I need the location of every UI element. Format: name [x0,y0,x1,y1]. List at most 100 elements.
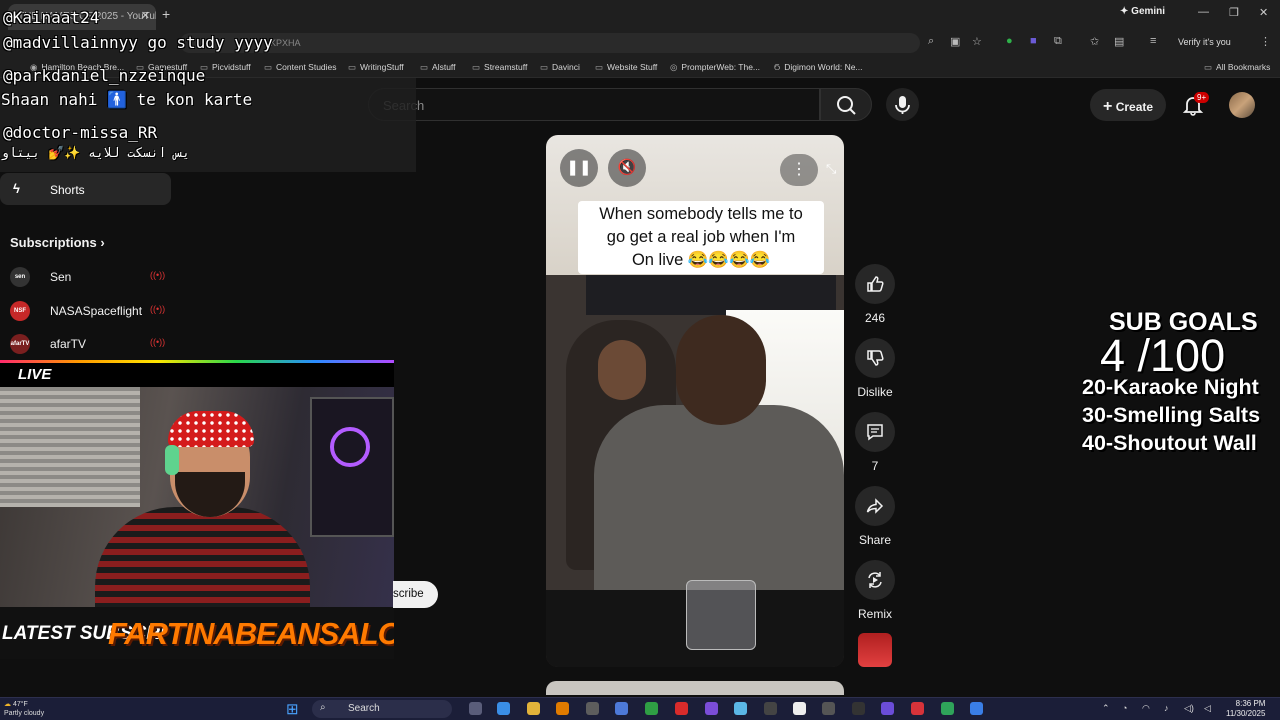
like-button[interactable]: 246 [853,264,897,325]
weather-widget[interactable]: ☁ 47°F Partly cloudy [4,700,44,718]
chat-message: یس انسکت للایه ✨💅 بیتاو [1,146,190,161]
address-bar[interactable]: KPXHA [180,33,920,53]
network-icon[interactable]: ◔ [1122,703,1127,713]
mute-button[interactable]: 🔇 [608,149,646,187]
sub-goal-item: 20-Karaoke Night [1082,375,1259,399]
chevron-up-icon[interactable]: ⌃ [1102,703,1110,714]
dislike-button[interactable]: Dislike [853,338,897,399]
file-explorer-icon[interactable] [527,702,540,715]
video-caption: When somebody tells me to go get a real … [578,201,824,274]
zoom-icon[interactable]: ⌕ [928,35,934,48]
channel-name: NASASpaceflight [50,304,143,318]
app-icon[interactable] [881,702,894,715]
bookmark-item[interactable]: ▭ Website Stuff [595,62,657,73]
chrome-icon[interactable] [941,702,954,715]
new-tab-icon[interactable]: + [162,6,170,22]
sub-goal-item: 40-Shoutout Wall [1082,431,1257,455]
short-video-player[interactable]: When somebody tells me to go get a real … [546,135,844,667]
clock-time: 8:36 PM [1235,699,1266,708]
channel-avatar: NSF [10,301,30,321]
bookmark-icon[interactable]: ✩ [1090,35,1099,48]
volume-icon[interactable]: ◁) [1184,703,1194,714]
comments-button[interactable]: 7 [853,412,897,473]
subscription-item[interactable]: sen Sen ((•)) [10,267,170,287]
kebab-icon[interactable]: ⋮ [1260,35,1271,48]
app-icon[interactable] [764,702,777,715]
app-icon[interactable] [556,702,569,715]
subscription-item[interactable]: afarTV afarTV ((•)) [10,334,170,354]
app-icon[interactable] [675,702,688,715]
bookmark-item[interactable]: ▭ Content Studies [264,62,337,73]
next-short-preview[interactable] [546,681,844,695]
share-button[interactable]: Share [853,486,897,547]
bookmark-item[interactable]: ▭ Picvidstuff [200,62,251,73]
extension-icon[interactable]: ● [1006,35,1013,47]
expand-icon[interactable]: ⤡ [826,161,836,177]
extension-icon[interactable]: ■ [1030,35,1037,47]
pause-icon: ❚❚ [566,159,592,176]
app-icon[interactable] [822,702,835,715]
search-icon [837,96,856,115]
bookmark-item[interactable]: ▭ Davinci [540,62,580,73]
task-view-icon[interactable] [469,702,482,715]
app-icon[interactable] [615,702,628,715]
star-icon[interactable]: ☆ [972,35,982,48]
app-icon[interactable] [734,702,747,715]
avatar[interactable] [1229,92,1255,118]
more-options-button[interactable]: ⋮ [780,154,818,186]
caption-line: go get a real job when I'm [606,228,796,246]
webcam-window-blinds [0,387,140,507]
search-input[interactable]: Search [368,88,820,121]
bookmark-item[interactable]: ◎ PrompterWeb: The... [670,62,760,73]
close-icon[interactable]: ✕ [141,9,150,22]
puzzle-icon[interactable]: ⧉ [1054,35,1062,48]
taskbar-search[interactable]: Search [312,700,452,718]
webcam-feed [0,387,394,607]
bookmark-item[interactable]: ▭ Streamstuff [472,62,527,73]
chat-message: go study yyyy [147,33,273,52]
windows-start-icon[interactable]: ⊞ [286,700,299,718]
verify-button[interactable]: Verify it's you [1178,37,1231,47]
weather-icon: ☁ [4,701,11,708]
subscriptions-heading[interactable]: Subscriptions › [10,235,105,250]
live-indicator-icon: ((•)) [150,270,166,280]
app-icon[interactable] [586,702,599,715]
bookmark-item[interactable]: ▭ WritingStuff [348,62,404,73]
thumbs-up-icon [867,276,884,292]
chrome-icon[interactable] [645,702,658,715]
wifi-icon[interactable]: ◠ [1142,703,1150,714]
minimize-icon[interactable]: — [1198,6,1209,18]
app-icon[interactable] [793,702,806,715]
bookmark-item[interactable]: Ϭ Digimon World: Ne... [774,62,863,72]
gemini-button[interactable]: ✦ Gemini [1120,6,1165,17]
folder-icon: ▭ [1204,62,1213,72]
restore-icon[interactable]: ❐ [1229,6,1239,19]
search-button[interactable] [820,88,872,121]
audio-thumbnail[interactable] [858,633,892,667]
folder-icon: ▭ [420,62,429,72]
cast-icon[interactable]: ▣ [950,35,960,48]
sidepanel-icon[interactable]: ▤ [1114,35,1124,48]
microphone-icon[interactable]: ♪ [1164,703,1169,713]
app-icon[interactable] [911,702,924,715]
voice-search-button[interactable] [886,88,919,121]
folder-icon: ▭ [264,62,273,72]
all-bookmarks[interactable]: ▭ All Bookmarks [1204,62,1270,73]
app-icon[interactable] [852,702,865,715]
copilot-icon[interactable] [497,702,510,715]
bookmark-item[interactable]: ▭ Alstuff [420,62,456,73]
remix-button[interactable]: Remix [853,560,897,621]
app-icon[interactable] [970,702,983,715]
subscribe-button[interactable]: scribe [393,581,438,608]
sidebar-item-shorts[interactable] [0,173,171,205]
pause-button[interactable]: ❚❚ [560,149,598,187]
chat-username: @doctor-missa_RR [3,123,158,142]
menu-lines-icon[interactable]: ≡ [1150,35,1156,47]
weather-temp: 47°F [12,701,28,708]
close-window-icon[interactable]: ✕ [1259,6,1268,19]
app-icon[interactable] [705,702,718,715]
taskbar-clock[interactable]: 8:36 PM 11/30/2025 [1226,699,1265,719]
create-button[interactable]: + Create [1090,89,1166,121]
speaker-icon[interactable]: ◁ [1204,703,1211,714]
subscription-item[interactable]: NSF NASASpaceflight ((•)) [10,301,170,321]
